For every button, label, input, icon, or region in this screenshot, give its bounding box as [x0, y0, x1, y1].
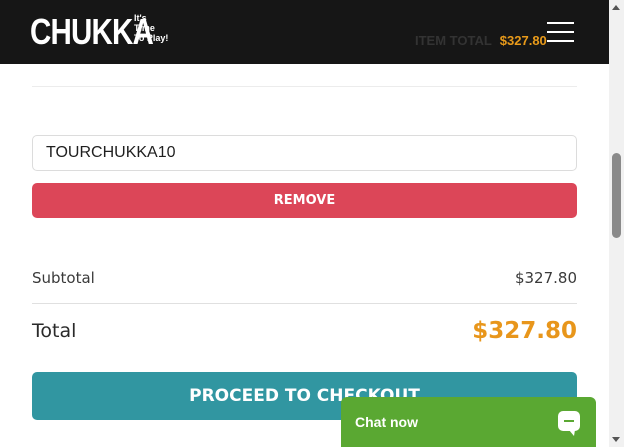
item-total: ITEM TOTAL $327.80 [415, 33, 547, 48]
logo-tagline-line: To Play! [134, 33, 169, 43]
site-header: ITEM TOTAL $327.80 CHUKKA It's Time To Pl… [0, 0, 609, 64]
chat-now-label: Chat now [355, 414, 418, 430]
total-label: Total [32, 320, 77, 342]
chat-bubble-icon [558, 411, 580, 436]
hamburger-menu-icon[interactable] [544, 20, 578, 44]
item-total-value: $327.80 [499, 33, 547, 48]
page-scrollbar[interactable] [609, 0, 624, 447]
logo-tagline-line: Time [134, 23, 155, 33]
subtotal-label: Subtotal [32, 269, 95, 287]
coupon-code-input[interactable] [32, 135, 577, 171]
chat-now-widget[interactable]: Chat now [341, 397, 596, 447]
subtotal-value: $327.80 [514, 269, 577, 287]
item-total-label: ITEM TOTAL [415, 33, 492, 48]
scroll-up-arrow-icon[interactable] [612, 5, 620, 10]
logo-tagline: It's Time To Play! [134, 13, 168, 43]
logo-tagline-line: It's [134, 13, 147, 23]
remove-coupon-button[interactable]: REMOVE [32, 183, 577, 218]
scroll-down-arrow-icon[interactable] [612, 437, 620, 442]
divider [32, 303, 577, 304]
divider [32, 86, 577, 87]
scrollbar-thumb[interactable] [612, 153, 621, 238]
total-value: $327.80 [472, 318, 577, 344]
